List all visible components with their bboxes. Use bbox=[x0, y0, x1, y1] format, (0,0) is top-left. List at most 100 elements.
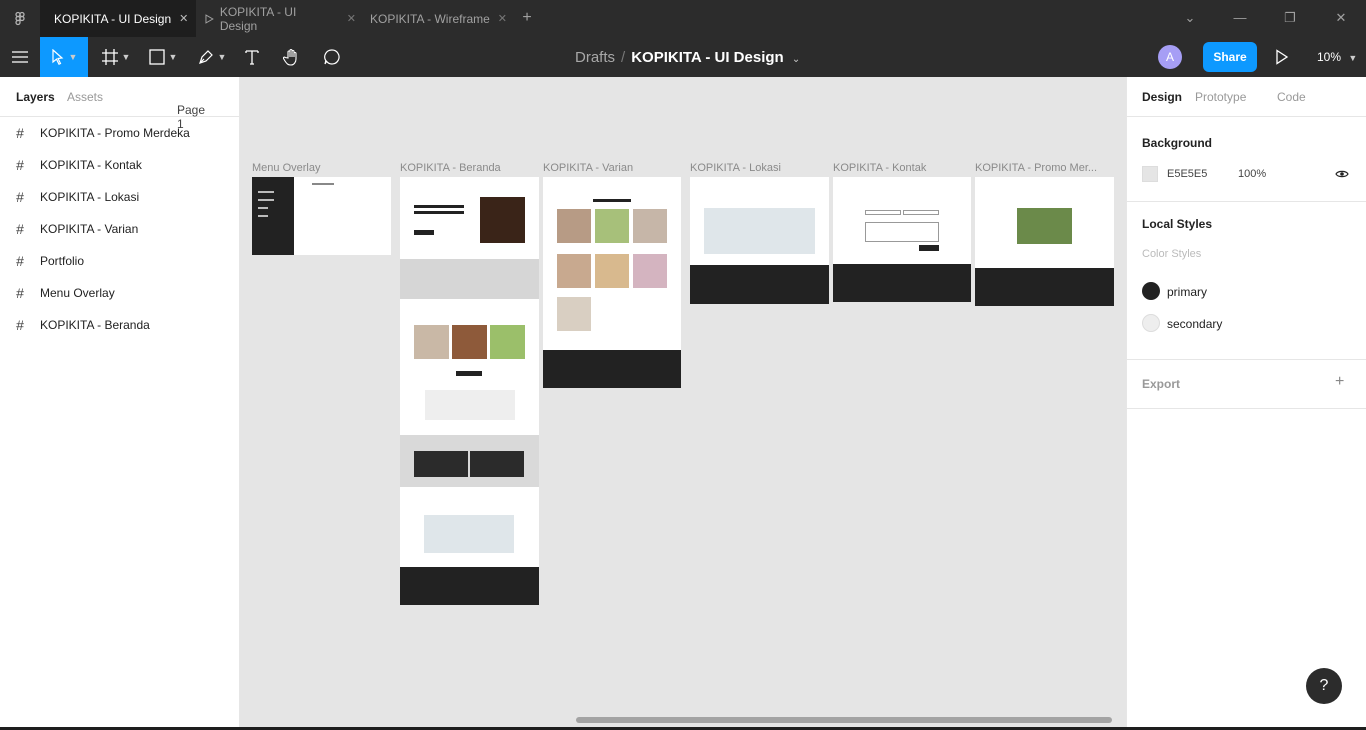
chevron-down-icon[interactable]: ⌄ bbox=[1183, 11, 1197, 25]
footer bbox=[543, 350, 681, 388]
background-opacity[interactable]: 100% bbox=[1238, 168, 1266, 180]
frame-icon: # bbox=[16, 285, 24, 301]
hero-button bbox=[414, 230, 434, 235]
background-swatch[interactable] bbox=[1142, 166, 1158, 182]
tab-ui-design-prototype[interactable]: KOPIKITA - UI Design ✕ bbox=[196, 0, 356, 37]
eye-icon[interactable] bbox=[1335, 169, 1349, 179]
frame-label[interactable]: KOPIKITA - Varian bbox=[543, 162, 633, 174]
minimize-button[interactable]: — bbox=[1233, 11, 1247, 25]
frame-tool[interactable]: ▼ bbox=[96, 37, 136, 77]
present-button[interactable] bbox=[1275, 49, 1289, 70]
product-image bbox=[452, 325, 487, 359]
horizontal-scrollbar[interactable] bbox=[576, 717, 1112, 723]
hand-tool[interactable] bbox=[280, 37, 304, 77]
avatar[interactable]: A bbox=[1158, 45, 1182, 69]
frame-kontak[interactable] bbox=[833, 177, 971, 302]
frame-label[interactable]: KOPIKITA - Lokasi bbox=[690, 162, 781, 174]
text-tool[interactable] bbox=[240, 37, 264, 77]
menu-line bbox=[258, 215, 268, 217]
chevron-down-icon[interactable]: ▼ bbox=[169, 52, 178, 62]
frame-beranda[interactable] bbox=[400, 177, 539, 605]
export-section: Export + bbox=[1127, 360, 1366, 409]
style-swatch-primary[interactable] bbox=[1142, 282, 1160, 300]
frame-label[interactable]: KOPIKITA - Beranda bbox=[400, 162, 501, 174]
comment-tool[interactable] bbox=[320, 37, 344, 77]
product-image bbox=[595, 209, 629, 243]
product-image bbox=[557, 209, 591, 243]
hero-title bbox=[414, 211, 464, 214]
layer-label: KOPIKITA - Lokasi bbox=[40, 190, 140, 204]
frame-icon: # bbox=[16, 253, 24, 269]
frame-label[interactable]: KOPIKITA - Promo Mer... bbox=[975, 162, 1097, 174]
move-tool[interactable]: ▼ bbox=[40, 37, 88, 77]
add-export-button[interactable]: + bbox=[1335, 373, 1344, 391]
style-name[interactable]: primary bbox=[1167, 285, 1207, 299]
close-icon[interactable]: ✕ bbox=[179, 12, 188, 25]
style-swatch-secondary[interactable] bbox=[1142, 314, 1160, 332]
product-image bbox=[490, 325, 525, 359]
frame-menu-overlay[interactable] bbox=[252, 177, 391, 255]
frame-icon: # bbox=[16, 221, 24, 237]
tab-design[interactable]: Design bbox=[1142, 90, 1182, 104]
tab-ui-design[interactable]: KOPIKITA - UI Design ✕ bbox=[40, 0, 196, 37]
local-styles-section: Local Styles Color Styles primary second… bbox=[1127, 202, 1366, 360]
background-section: Background E5E5E5 100% bbox=[1127, 117, 1366, 202]
frame-varian[interactable] bbox=[543, 177, 681, 388]
tab-prototype[interactable]: Prototype bbox=[1195, 90, 1246, 104]
design-panel: Design Prototype Code Background E5E5E5 … bbox=[1126, 77, 1366, 730]
shape-tool[interactable]: ▼ bbox=[143, 37, 183, 77]
main-menu-button[interactable] bbox=[0, 37, 40, 77]
layer-item[interactable]: # Portfolio bbox=[0, 245, 239, 277]
breadcrumb-drafts[interactable]: Drafts bbox=[575, 49, 615, 66]
product-image bbox=[595, 254, 629, 288]
local-styles-title: Local Styles bbox=[1142, 217, 1213, 231]
play-icon bbox=[205, 13, 214, 24]
canvas[interactable]: Menu Overlay KOPIKITA - Beranda KOPIKITA… bbox=[240, 77, 1126, 730]
chevron-down-icon[interactable]: ▼ bbox=[218, 52, 227, 62]
promo-card bbox=[414, 451, 468, 477]
layer-item[interactable]: # KOPIKITA - Varian bbox=[0, 213, 239, 245]
frame-label[interactable]: Menu Overlay bbox=[252, 162, 320, 174]
close-window-button[interactable]: ✕ bbox=[1334, 11, 1348, 25]
tab-layers[interactable]: Layers bbox=[16, 90, 55, 104]
chevron-down-icon[interactable]: ⌄ bbox=[792, 54, 800, 65]
chevron-down-icon[interactable]: ▼ bbox=[122, 52, 131, 62]
frame-label[interactable]: KOPIKITA - Kontak bbox=[833, 162, 926, 174]
tab-label: KOPIKITA - Wireframe bbox=[370, 11, 490, 26]
close-icon[interactable]: ✕ bbox=[347, 12, 356, 25]
help-button[interactable]: ? bbox=[1306, 668, 1342, 704]
text-icon bbox=[245, 50, 259, 65]
layer-item[interactable]: # KOPIKITA - Lokasi bbox=[0, 181, 239, 213]
layer-label: KOPIKITA - Promo Merdeka bbox=[40, 126, 190, 140]
chevron-down-icon: ⌄ bbox=[177, 103, 185, 113]
restore-button[interactable]: ❐ bbox=[1283, 11, 1297, 25]
layer-item[interactable]: # KOPIKITA - Beranda bbox=[0, 309, 239, 341]
zoom-control[interactable]: 10% ▼ bbox=[1317, 50, 1357, 64]
frame-lokasi[interactable] bbox=[690, 177, 829, 304]
footer bbox=[833, 264, 971, 302]
layer-label: KOPIKITA - Kontak bbox=[40, 158, 142, 172]
layer-item[interactable]: # KOPIKITA - Promo Merdeka bbox=[0, 117, 239, 149]
tab-code[interactable]: Code bbox=[1277, 90, 1306, 104]
file-name[interactable]: KOPIKITA - UI Design bbox=[631, 49, 784, 66]
tab-assets[interactable]: Assets bbox=[67, 90, 103, 104]
layer-item[interactable]: # KOPIKITA - Kontak bbox=[0, 149, 239, 181]
breadcrumb-separator: / bbox=[621, 49, 626, 66]
background-hex[interactable]: E5E5E5 bbox=[1167, 168, 1207, 180]
close-icon[interactable]: ✕ bbox=[498, 12, 507, 25]
share-button[interactable]: Share bbox=[1203, 42, 1257, 72]
more-button bbox=[456, 371, 482, 376]
frame-icon: # bbox=[16, 157, 24, 173]
rectangle-icon bbox=[148, 49, 165, 65]
footer bbox=[400, 567, 539, 605]
layer-item[interactable]: # Menu Overlay bbox=[0, 277, 239, 309]
tab-wireframe[interactable]: KOPIKITA - Wireframe ✕ bbox=[356, 0, 512, 37]
figma-logo-icon[interactable] bbox=[12, 11, 28, 27]
pen-tool[interactable]: ▼ bbox=[192, 37, 232, 77]
frame-promo[interactable] bbox=[975, 177, 1114, 306]
frame-icon: # bbox=[16, 125, 24, 141]
style-name[interactable]: secondary bbox=[1167, 317, 1222, 331]
product-image bbox=[557, 297, 591, 331]
chevron-down-icon[interactable]: ▼ bbox=[69, 52, 78, 62]
new-tab-button[interactable]: + bbox=[520, 10, 534, 26]
